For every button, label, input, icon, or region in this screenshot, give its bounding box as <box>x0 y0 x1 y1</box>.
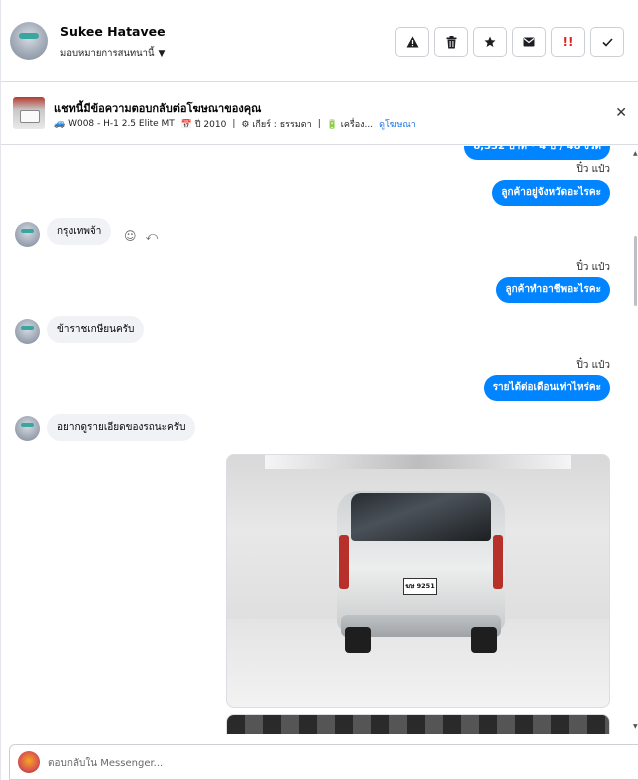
warning-button[interactable] <box>395 27 429 57</box>
message-thread[interactable]: 8,332 บาท * 4 ปี / 48 งวด ปิ๋ว แป๋ว ลูกค… <box>1 146 631 734</box>
ad-year: 📅 ปี 2010 <box>180 120 227 130</box>
reply-input[interactable] <box>48 753 608 773</box>
decor <box>345 627 371 653</box>
messenger-conversation: Sukee Hatavee มอบหมายการสนทนานี้ ▼ !! แช… <box>0 0 638 780</box>
outgoing-message[interactable]: ลูกค้าทำอาชีพอะไรคะ <box>496 277 610 303</box>
avatar[interactable] <box>15 222 40 247</box>
separator: | <box>232 119 236 129</box>
avatar[interactable] <box>10 22 48 60</box>
avatar[interactable] <box>15 319 40 344</box>
close-icon[interactable]: ✕ <box>615 105 627 121</box>
message-actions: ☺ ⤺ <box>124 229 158 244</box>
sender-name: ปิ๋ว แป๋ว <box>576 164 610 175</box>
image-attachment[interactable] <box>226 714 610 734</box>
done-button[interactable] <box>590 27 624 57</box>
ad-banner-title: แชทนี้มีข้อความตอบกลับต่อโฆษณาของคุณ <box>54 102 262 115</box>
star-icon <box>484 36 496 47</box>
license-plate: ฆษ 9251 <box>403 578 437 595</box>
incoming-message[interactable]: ข้าราชเกษียนครับ <box>47 316 145 343</box>
scroll-down-icon[interactable]: ▼ <box>633 723 638 730</box>
ad-model: 🚙 W008 - H-1 2.5 Elite MT <box>54 119 175 129</box>
sender-name: ปิ๋ว แป๋ว <box>576 262 610 273</box>
mail-icon <box>523 37 535 47</box>
spam-button[interactable]: !! <box>551 27 585 57</box>
avatar[interactable] <box>15 416 40 441</box>
scrollbar[interactable]: ▲ ▼ <box>632 146 638 734</box>
decor <box>339 535 349 589</box>
ad-reply-banner: แชทนี้มีข้อความตอบกลับต่อโฆษณาของคุณ 🚙 W… <box>1 83 638 145</box>
outgoing-message[interactable]: 8,332 บาท * 4 ปี / 48 งวด <box>464 146 610 160</box>
ad-engine: 🔋 เครื่อง... <box>326 120 374 130</box>
sender-name: ปิ๋ว แป๋ว <box>576 360 610 371</box>
avatar <box>18 751 40 773</box>
scrollbar-thumb[interactable] <box>634 236 637 306</box>
separator: | <box>317 119 321 129</box>
decor <box>493 535 503 589</box>
trash-icon <box>446 35 456 48</box>
conversation-header: Sukee Hatavee มอบหมายการสนทนานี้ ▼ !! <box>1 0 638 82</box>
assign-conversation-dropdown[interactable]: มอบหมายการสนทนานี้ ▼ <box>60 46 165 61</box>
delete-button[interactable] <box>434 27 468 57</box>
mark-unread-button[interactable] <box>512 27 546 57</box>
ad-details: 🚙 W008 - H-1 2.5 Elite MT 📅 ปี 2010 | ⚙ … <box>54 117 416 131</box>
ad-gear: ⚙ เกียร์ : ธรรมดา <box>241 120 312 130</box>
star-button[interactable] <box>473 27 507 57</box>
reply-composer <box>9 744 638 780</box>
reply-icon[interactable]: ⤺ <box>146 229 159 244</box>
contact-name[interactable]: Sukee Hatavee <box>60 24 166 39</box>
smile-icon[interactable]: ☺ <box>124 229 137 244</box>
warning-icon <box>406 36 418 48</box>
car-photo: ฆษ 9251 <box>337 485 505 655</box>
decor <box>351 493 491 541</box>
decor <box>265 455 571 469</box>
outgoing-message[interactable]: ลูกค้าอยู่จังหวัดอะไรคะ <box>492 180 610 206</box>
view-ad-link[interactable]: ดูโฆษณา <box>379 117 416 131</box>
incoming-message[interactable]: กรุงเทพจ้า <box>47 218 112 245</box>
decor <box>227 715 609 734</box>
image-attachment[interactable]: ฆษ 9251 <box>226 454 610 708</box>
check-icon <box>601 37 613 47</box>
assign-label: มอบหมายการสนทนานี้ <box>60 48 155 59</box>
scroll-up-icon[interactable]: ▲ <box>633 150 638 157</box>
ad-thumbnail[interactable] <box>13 97 45 129</box>
spam-icon: !! <box>562 35 574 49</box>
action-toolbar: !! <box>395 27 624 57</box>
decor <box>471 627 497 653</box>
incoming-message[interactable]: อยากดูรายเอียดของรถนะครับ <box>47 414 196 441</box>
caret-down-icon: ▼ <box>158 48 166 59</box>
outgoing-message[interactable]: รายได้ต่อเดือนเท่าไหร่คะ <box>483 375 610 401</box>
